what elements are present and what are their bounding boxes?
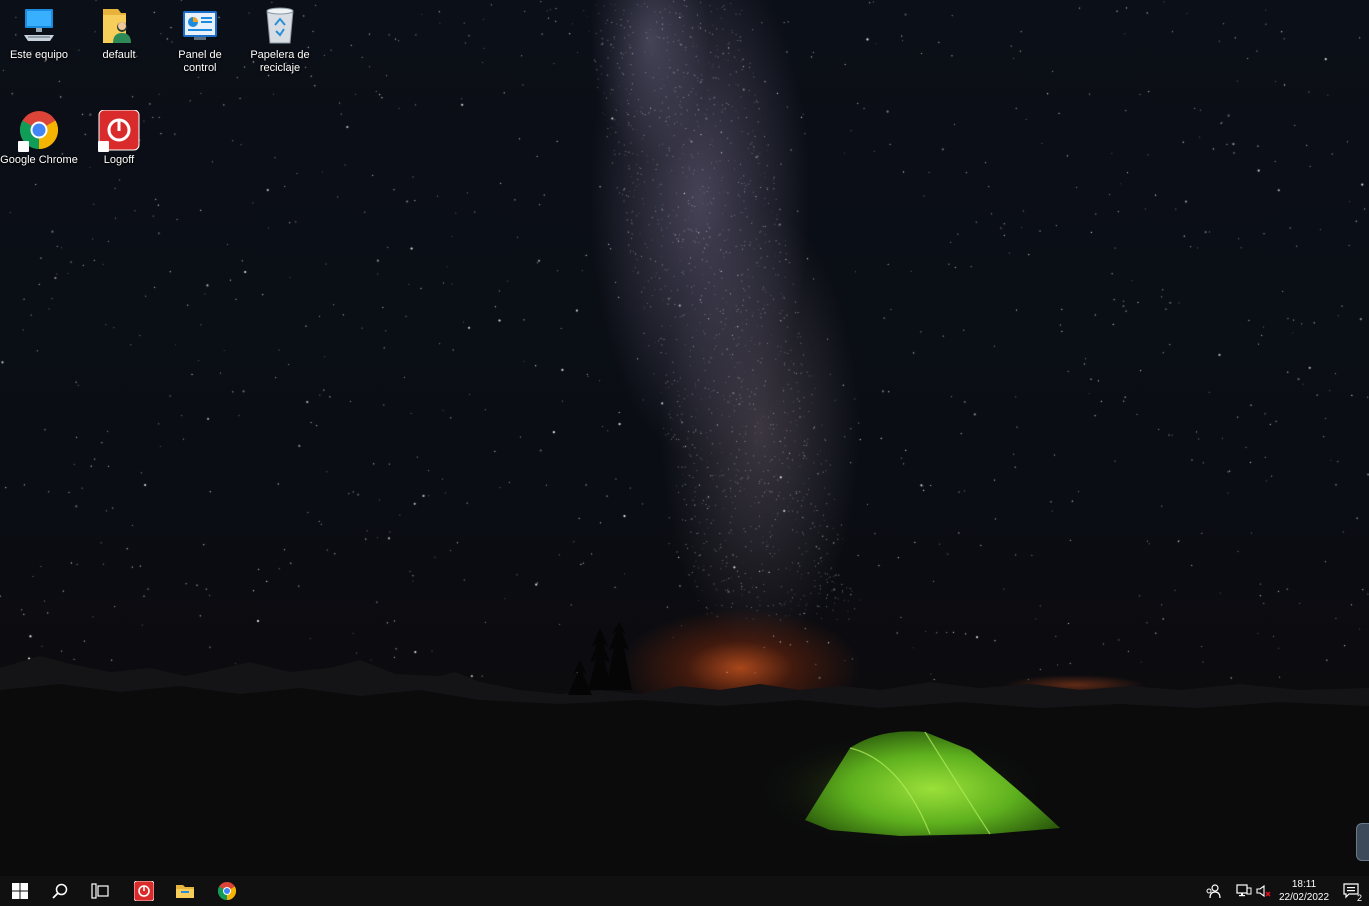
logoff-icon xyxy=(134,881,154,901)
user-folder-icon xyxy=(98,5,140,47)
network-button[interactable] xyxy=(1234,876,1254,906)
clock[interactable]: 18:11 22/02/2022 xyxy=(1274,878,1334,904)
notification-count: 2 xyxy=(1356,893,1362,903)
shortcut-arrow-icon xyxy=(98,141,109,152)
this-pc-label: Este equipo xyxy=(9,49,69,61)
taskbar-file-explorer-button[interactable] xyxy=(165,876,205,906)
file-explorer-icon xyxy=(176,885,194,898)
recycle-bin-label: Papelera de reciclaje xyxy=(250,49,310,74)
this-pc-desktop-icon[interactable]: Este equipo xyxy=(0,5,78,62)
user-folder-desktop-icon[interactable]: default xyxy=(80,5,158,62)
volume-button[interactable] xyxy=(1255,876,1273,906)
logoff-label: Logoff xyxy=(103,154,135,166)
task-view-button[interactable] xyxy=(80,876,120,906)
taskbar-logoff-button[interactable] xyxy=(124,876,164,906)
chrome-label: Google Chrome xyxy=(0,154,78,166)
user-folder-label: default xyxy=(102,49,136,61)
control-panel-label: Panel de control xyxy=(178,49,222,74)
clock-date: 22/02/2022 xyxy=(1278,892,1330,903)
computer-icon xyxy=(18,5,60,47)
action-center-button[interactable]: 2 xyxy=(1340,876,1364,906)
control-panel-icon xyxy=(179,5,221,47)
search-icon xyxy=(52,883,68,899)
logoff-icon xyxy=(98,110,140,152)
recycle-bin-icon xyxy=(259,5,301,47)
side-panel-handle[interactable] xyxy=(1356,823,1369,861)
desktop-wallpaper: Este equipo default Panel de control Pap… xyxy=(0,0,1369,876)
start-button[interactable] xyxy=(0,876,40,906)
people-button[interactable] xyxy=(1202,876,1224,906)
chrome-icon xyxy=(18,110,60,152)
taskbar-chrome-button[interactable] xyxy=(207,876,247,906)
recycle-bin-desktop-icon[interactable]: Papelera de reciclaje xyxy=(241,5,319,75)
chrome-icon xyxy=(217,882,237,900)
control-panel-desktop-icon[interactable]: Panel de control xyxy=(161,5,239,75)
logoff-desktop-icon[interactable]: Logoff xyxy=(80,110,158,167)
network-icon xyxy=(1236,884,1252,897)
people-icon xyxy=(1206,884,1221,899)
mountain-landscape xyxy=(0,622,1369,876)
clock-time: 18:11 xyxy=(1291,879,1317,890)
taskbar: 18:11 22/02/2022 2 xyxy=(0,876,1369,906)
chrome-desktop-icon[interactable]: Google Chrome xyxy=(0,110,78,167)
task-view-icon xyxy=(91,883,109,899)
shortcut-arrow-icon xyxy=(18,141,29,152)
search-button[interactable] xyxy=(40,876,80,906)
volume-muted-icon xyxy=(1256,884,1271,898)
windows-start-icon xyxy=(12,883,28,899)
